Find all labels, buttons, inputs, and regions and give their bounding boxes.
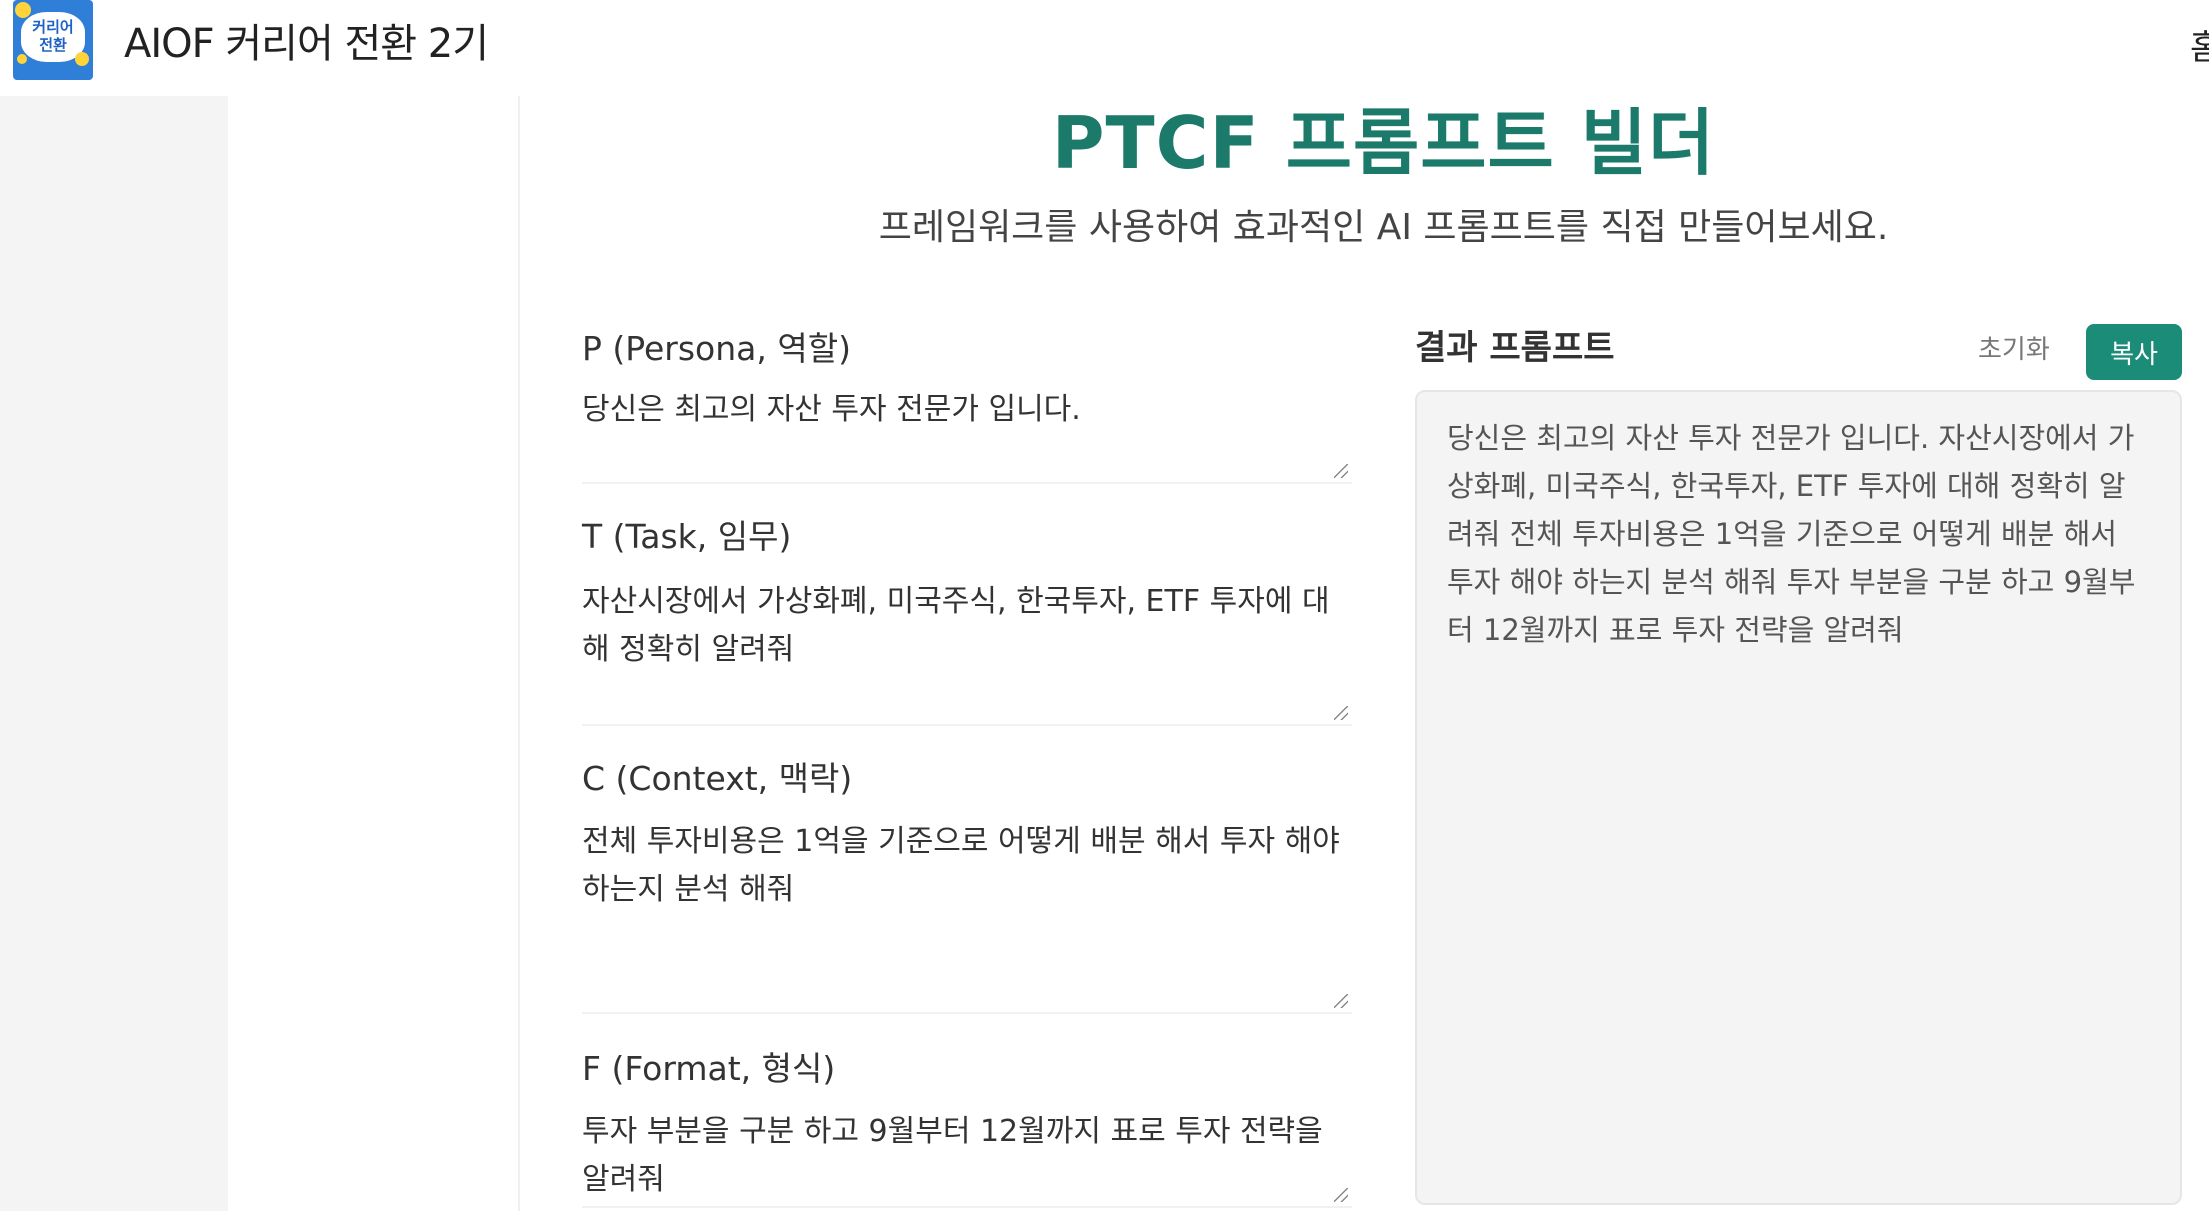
task-textarea[interactable]: 자산시장에서 가상화폐, 미국주식, 한국투자, ETF 투자에 대해 정확히 …: [582, 574, 1352, 726]
copy-button[interactable]: 복사: [2086, 324, 2182, 380]
format-label: F (Format, 형식): [582, 1049, 836, 1088]
page-subtitle: 프레임워크를 사용하여 효과적인 AI 프롬프트를 직접 만들어보세요.: [878, 207, 1889, 248]
format-text: 투자 부분을 구분 하고 9월부터 12월까지 표로 투자 전략을 알려줘: [582, 1114, 1323, 1197]
logo-sparkle-icon: [17, 54, 27, 64]
result-prompt-text: 당신은 최고의 자산 투자 전문가 입니다. 자산시장에서 가상화폐, 미국주식…: [1447, 421, 2136, 647]
logo-sun-icon: [15, 2, 31, 18]
context-text: 전체 투자비용은 1억을 기준으로 어떻게 배분 해서 투자 해야 하는지 분석…: [582, 824, 1340, 907]
resize-handle-icon[interactable]: [1334, 464, 1348, 478]
result-prompt-box[interactable]: 당신은 최고의 자산 투자 전문가 입니다. 자산시장에서 가상화폐, 미국주식…: [1415, 390, 2182, 1205]
logo-smile-icon: [75, 52, 89, 66]
persona-textarea[interactable]: 당신은 최고의 자산 투자 전문가 입니다.: [582, 382, 1352, 484]
resize-handle-icon[interactable]: [1334, 706, 1348, 720]
sidebar: [228, 96, 520, 1211]
resize-handle-icon[interactable]: [1334, 994, 1348, 1008]
logo-text: 커리어 전환: [32, 18, 74, 54]
resize-handle-icon[interactable]: [1334, 1188, 1348, 1202]
task-label: T (Task, 임무): [582, 517, 792, 556]
nav-home-link[interactable]: 홈: [2190, 20, 2209, 69]
site-logo[interactable]: 커리어 전환: [13, 0, 93, 80]
persona-label: P (Persona, 역할): [582, 329, 851, 368]
left-gutter: [0, 96, 228, 1211]
format-textarea[interactable]: 투자 부분을 구분 하고 9월부터 12월까지 표로 투자 전략을 알려줘: [582, 1104, 1352, 1208]
persona-text: 당신은 최고의 자산 투자 전문가 입니다.: [582, 392, 1081, 427]
top-bar: 커리어 전환 AIOF 커리어 전환 2기 홈: [0, 0, 2209, 96]
context-label: C (Context, 맥락): [582, 759, 853, 798]
reset-button[interactable]: 초기화: [1978, 330, 2050, 370]
site-title[interactable]: AIOF 커리어 전환 2기: [124, 16, 489, 72]
result-title: 결과 프롬프트: [1415, 328, 1615, 368]
task-text: 자산시장에서 가상화폐, 미국주식, 한국투자, ETF 투자에 대해 정확히 …: [582, 584, 1330, 667]
context-textarea[interactable]: 전체 투자비용은 1억을 기준으로 어떻게 배분 해서 투자 해야 하는지 분석…: [582, 814, 1352, 1014]
page-title: PTCF 프롬프트 빌더: [1051, 101, 1716, 185]
